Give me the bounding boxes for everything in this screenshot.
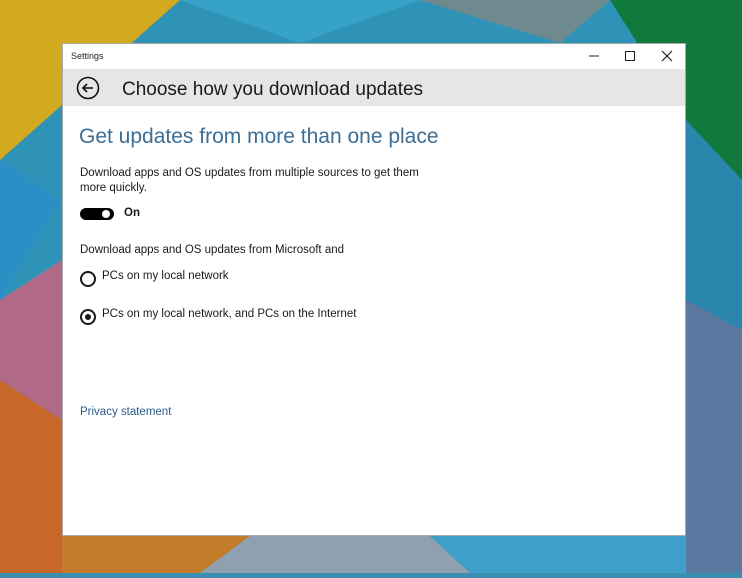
download-sources-toggle[interactable]: [80, 208, 114, 220]
radio-label: PCs on my local network: [102, 270, 229, 282]
maximize-button[interactable]: [611, 44, 649, 69]
section-title: Get updates from more than one place: [79, 125, 439, 148]
minimize-button[interactable]: [575, 44, 613, 69]
maximize-icon: [625, 51, 635, 61]
radio-button-unselected[interactable]: [80, 271, 96, 287]
back-arrow-icon: [76, 76, 100, 100]
radio-selected-dot: [85, 314, 91, 320]
toggle-knob: [102, 210, 110, 218]
privacy-statement-link[interactable]: Privacy statement: [80, 406, 171, 418]
window-title: Settings: [71, 51, 104, 61]
radio-label: PCs on my local network, and PCs on the …: [102, 308, 357, 320]
radio-button-selected[interactable]: [80, 309, 96, 325]
toggle-state-label: On: [124, 207, 140, 219]
minimize-icon: [589, 55, 599, 57]
page-title: Choose how you download updates: [122, 79, 424, 100]
close-icon: [661, 50, 673, 62]
toggle-description: Download apps and OS updates from multip…: [80, 167, 419, 194]
radio-group-label: Download apps and OS updates from Micros…: [80, 244, 345, 256]
title-bar: Settings: [63, 44, 685, 69]
close-button[interactable]: [648, 44, 686, 69]
settings-window: Settings Choose how you download updates…: [62, 43, 686, 536]
back-button[interactable]: [76, 76, 100, 100]
page-header: Choose how you download updates: [63, 69, 685, 106]
